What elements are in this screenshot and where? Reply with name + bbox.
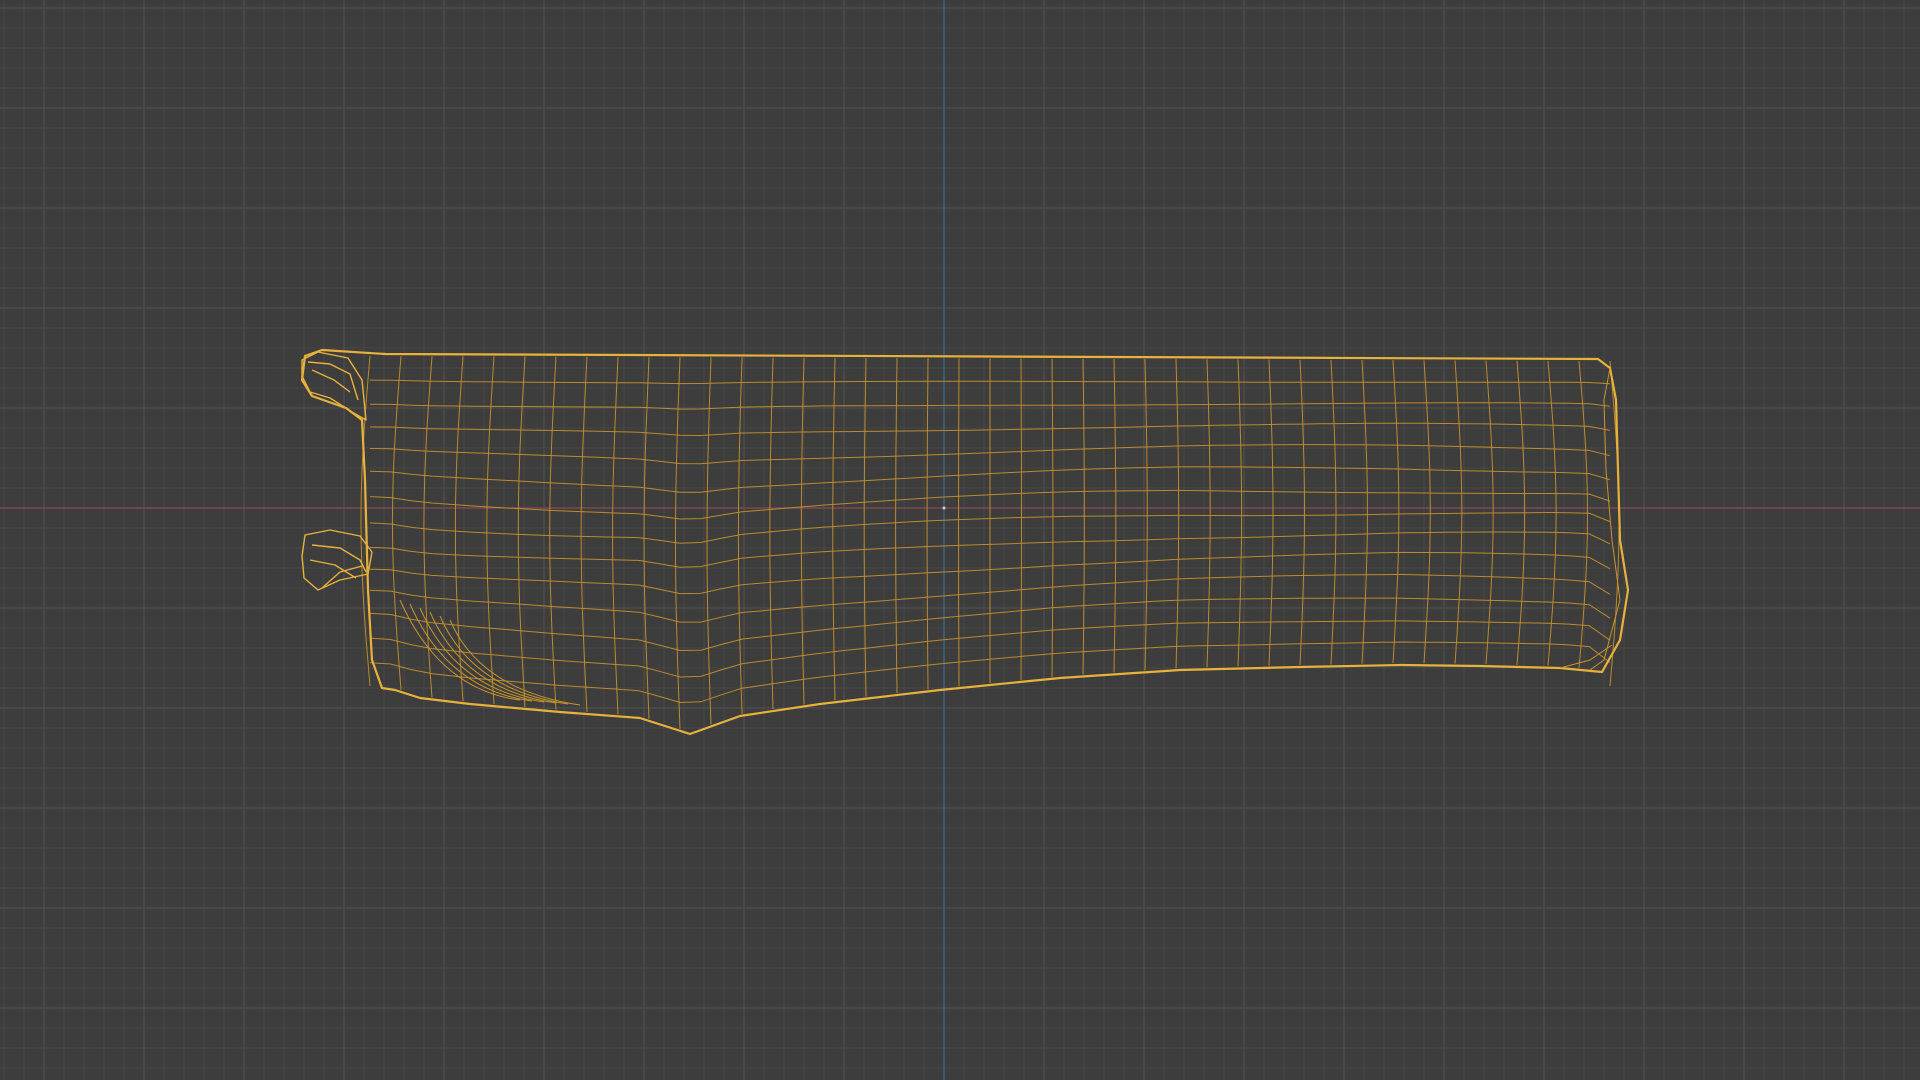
mesh-edge-loop <box>769 357 774 710</box>
mesh-edge-loop <box>486 356 495 705</box>
mesh-edge-loop <box>1051 358 1054 677</box>
mesh-edge-loop <box>1423 360 1431 664</box>
mesh-edge-loop <box>1268 359 1274 666</box>
mesh-edge-loop <box>1361 359 1368 664</box>
mesh-edge-loop <box>1144 359 1148 671</box>
3d-viewport[interactable] <box>0 0 1920 1080</box>
mesh-edge-loop <box>1392 360 1400 664</box>
mesh-edge-loop <box>832 357 836 701</box>
mesh-edge-loop <box>612 356 619 715</box>
world-axes <box>0 0 1920 1080</box>
mesh-edge-loop <box>737 357 743 714</box>
mesh-protrusions <box>301 351 1621 671</box>
mesh-edge-loop <box>1237 359 1243 667</box>
mesh-edges <box>360 355 1620 729</box>
mesh-edge-loop <box>1547 360 1557 666</box>
mesh-edge-fan <box>449 619 581 706</box>
mesh-edge-loop <box>957 358 960 687</box>
mesh-edge-loop <box>1020 358 1023 680</box>
viewport-canvas[interactable] <box>0 0 1920 1080</box>
mesh-edge-loop <box>1454 360 1463 664</box>
mesh-edge-loop <box>1175 359 1180 669</box>
mesh-edge-loop <box>549 356 557 710</box>
object-origin-point <box>942 506 946 510</box>
mesh-edge-loop <box>1609 360 1620 687</box>
mesh-edge-loop <box>1330 359 1337 665</box>
mesh-edge-loop <box>1578 360 1589 668</box>
mesh-edge-loop <box>1206 359 1211 668</box>
viewport-grid <box>0 0 1920 1080</box>
mesh-edge-loop <box>1485 360 1494 665</box>
mesh-edge-loop <box>423 356 433 698</box>
mesh-edge-loop <box>926 358 929 690</box>
